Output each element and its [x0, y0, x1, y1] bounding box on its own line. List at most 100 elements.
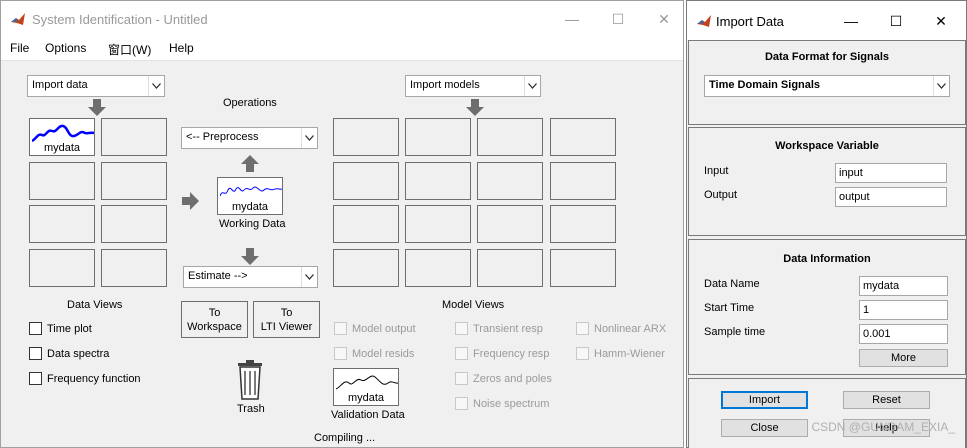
window-title: Import Data [716, 14, 784, 29]
menu-help[interactable]: Help [169, 41, 194, 55]
model-slot-empty[interactable] [550, 249, 616, 287]
frequency-resp-checkbox[interactable]: Frequency resp [455, 347, 549, 360]
model-slot-empty[interactable] [333, 205, 399, 243]
title-bar[interactable]: Import Data — ☐ ✕ [687, 1, 966, 41]
checkbox-box[interactable] [576, 322, 589, 335]
import-models-dropdown-value: Import models [410, 79, 480, 91]
estimate-dropdown-value: Estimate --> [188, 270, 248, 282]
estimate-dropdown[interactable]: Estimate --> [183, 266, 318, 288]
down-arrow-icon [466, 99, 484, 116]
import-button[interactable]: Import [721, 391, 808, 409]
data-slot-mydata[interactable]: mydata [29, 118, 95, 156]
data-slot-empty[interactable] [29, 162, 95, 200]
up-arrow-icon [241, 155, 259, 172]
data-slot-empty[interactable] [29, 205, 95, 243]
system-identification-window: System Identification - Untitled — ☐ ✕ F… [0, 0, 684, 448]
checkbox-label: Nonlinear ARX [594, 322, 667, 335]
hamm-wiener-checkbox[interactable]: Hamm-Wiener [576, 347, 665, 360]
model-slot-empty[interactable] [405, 118, 471, 156]
model-slot-empty[interactable] [333, 249, 399, 287]
chevron-down-icon [524, 76, 540, 96]
frequency-function-checkbox[interactable]: Frequency function [29, 372, 141, 385]
signal-thumbnail-icon [220, 186, 282, 197]
model-slot-empty[interactable] [550, 118, 616, 156]
reset-button[interactable]: Reset [843, 391, 930, 409]
model-slot-empty[interactable] [405, 162, 471, 200]
trash-icon[interactable] [235, 359, 265, 401]
model-slot-empty[interactable] [405, 205, 471, 243]
model-slot-empty[interactable] [477, 205, 543, 243]
minimize-button[interactable]: — [828, 7, 874, 35]
data-slot-empty[interactable] [29, 249, 95, 287]
checkbox-box[interactable] [455, 397, 468, 410]
menu-file[interactable]: File [10, 41, 29, 55]
chevron-down-icon [301, 128, 317, 148]
checkbox-box[interactable] [334, 347, 347, 360]
data-format-section: Data Format for Signals Time Domain Sign… [688, 40, 966, 125]
data-spectra-checkbox[interactable]: Data spectra [29, 347, 109, 360]
working-data-slot[interactable]: mydata [217, 177, 283, 215]
model-slot-empty[interactable] [333, 162, 399, 200]
maximize-button[interactable]: ☐ [873, 7, 919, 35]
validation-data-slot[interactable]: mydata [333, 368, 399, 406]
model-resids-checkbox[interactable]: Model resids [334, 347, 414, 360]
transient-resp-checkbox[interactable]: Transient resp [455, 322, 543, 335]
data-slot-empty[interactable] [101, 162, 167, 200]
model-slot-empty[interactable] [550, 162, 616, 200]
sample-time-label: Sample time [704, 326, 766, 338]
model-slot-empty[interactable] [477, 118, 543, 156]
watermark: CSDN @GUNDAM_EXIA_ [811, 420, 955, 434]
close-button[interactable]: ✕ [641, 5, 687, 33]
checkbox-box[interactable] [29, 372, 42, 385]
data-format-value: Time Domain Signals [709, 79, 821, 91]
checkbox-box[interactable] [29, 322, 42, 335]
model-slot-empty[interactable] [477, 162, 543, 200]
more-button[interactable]: More [859, 349, 948, 367]
data-slot-empty[interactable] [101, 205, 167, 243]
checkbox-box[interactable] [334, 322, 347, 335]
import-data-dropdown-value: Import data [32, 79, 88, 91]
model-output-checkbox[interactable]: Model output [334, 322, 416, 335]
model-slot-empty[interactable] [405, 249, 471, 287]
menu-options[interactable]: Options [45, 41, 86, 55]
checkbox-label: Frequency resp [473, 347, 550, 360]
data-views-label: Data Views [67, 299, 123, 311]
checkbox-box[interactable] [455, 322, 468, 335]
import-data-dropdown[interactable]: Import data [27, 75, 165, 97]
minimize-button[interactable]: — [549, 5, 595, 33]
zeros-poles-checkbox[interactable]: Zeros and poles [455, 372, 552, 385]
preprocess-dropdown[interactable]: <-- Preprocess [181, 127, 318, 149]
checkbox-box[interactable] [576, 347, 589, 360]
input-field[interactable]: input [835, 163, 947, 183]
trash-label: Trash [237, 403, 265, 415]
to-workspace-button[interactable]: To Workspace [181, 301, 248, 338]
sample-time-field[interactable]: 0.001 [859, 324, 948, 344]
model-slot-empty[interactable] [333, 118, 399, 156]
maximize-button[interactable]: ☐ [595, 5, 641, 33]
button-line: Workspace [187, 321, 242, 333]
noise-spectrum-checkbox[interactable]: Noise spectrum [455, 397, 549, 410]
close-dialog-button[interactable]: Close [721, 419, 808, 437]
checkbox-box[interactable] [455, 372, 468, 385]
output-label: Output [704, 189, 738, 201]
checkbox-label: Frequency function [47, 372, 141, 385]
start-time-field[interactable]: 1 [859, 300, 948, 320]
menu-window[interactable]: 窗口(W) [108, 41, 151, 58]
action-section: Import Reset Close Help [688, 378, 966, 448]
time-plot-checkbox[interactable]: Time plot [29, 322, 92, 335]
data-name-field[interactable]: mydata [859, 276, 948, 296]
close-button[interactable]: ✕ [918, 7, 964, 35]
checkbox-box[interactable] [29, 347, 42, 360]
checkbox-box[interactable] [455, 347, 468, 360]
model-slot-empty[interactable] [477, 249, 543, 287]
data-slot-empty[interactable] [101, 118, 167, 156]
preprocess-dropdown-value: <-- Preprocess [186, 131, 259, 143]
to-lti-viewer-button[interactable]: To LTI Viewer [253, 301, 320, 338]
output-field[interactable]: output [835, 187, 947, 207]
title-bar[interactable]: System Identification - Untitled — ☐ ✕ [1, 1, 683, 37]
nonlinear-arx-checkbox[interactable]: Nonlinear ARX [576, 322, 666, 335]
data-slot-empty[interactable] [101, 249, 167, 287]
model-slot-empty[interactable] [550, 205, 616, 243]
data-format-dropdown[interactable]: Time Domain Signals [704, 75, 950, 97]
import-models-dropdown[interactable]: Import models [405, 75, 541, 97]
